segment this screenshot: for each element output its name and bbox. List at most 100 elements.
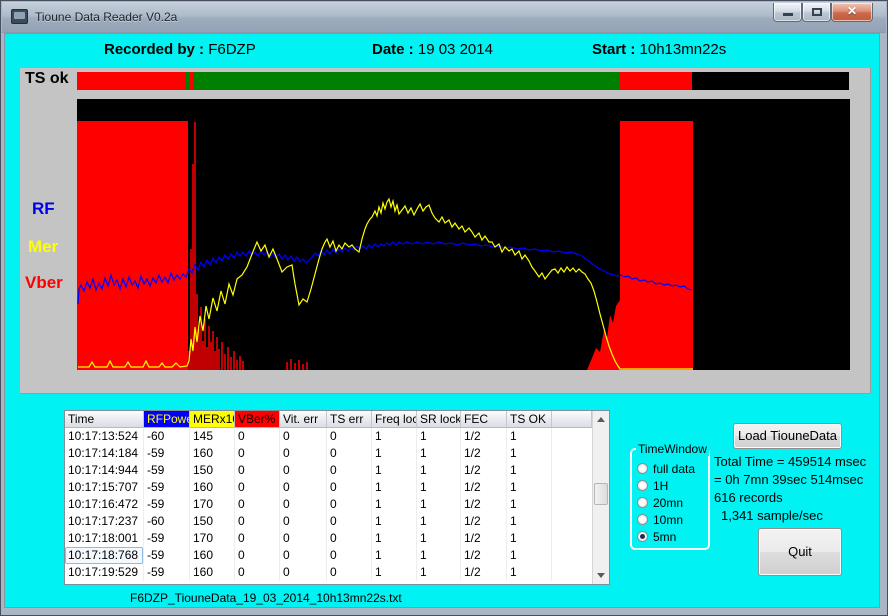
column-header[interactable]: TS err (327, 411, 372, 428)
table-cell[interactable]: 1 (507, 428, 552, 445)
table-cell[interactable]: 1 (507, 564, 552, 581)
table-cell[interactable]: 0 (327, 530, 372, 547)
table-cell[interactable]: 10:17:15:707 (65, 479, 144, 496)
time-window-option[interactable]: 20mn (637, 494, 695, 511)
table-cell[interactable]: 0 (280, 530, 327, 547)
column-header[interactable]: Vit. err (280, 411, 327, 428)
table-cell[interactable]: 0 (235, 513, 280, 530)
time-window-option[interactable]: 5mn (637, 528, 695, 545)
column-header[interactable]: FEC (461, 411, 507, 428)
table-cell[interactable]: 1/2 (461, 564, 507, 581)
radio-selected-icon[interactable] (637, 531, 648, 542)
table-cell[interactable]: 0 (327, 445, 372, 462)
table-cell[interactable]: 1/2 (461, 445, 507, 462)
table-cell[interactable]: 0 (327, 428, 372, 445)
table-cell[interactable]: 1/2 (461, 530, 507, 547)
column-header[interactable]: Freq lock (372, 411, 417, 428)
table-cell[interactable]: -59 (144, 479, 190, 496)
table-cell[interactable]: 0 (280, 428, 327, 445)
table-cell[interactable]: 0 (235, 564, 280, 581)
table-cell[interactable]: 1 (417, 513, 461, 530)
table-cell[interactable]: 160 (190, 564, 235, 581)
table-cell[interactable]: -59 (144, 564, 190, 581)
column-header[interactable]: SR lock (417, 411, 461, 428)
scroll-up-button[interactable] (593, 411, 609, 428)
table-cell[interactable]: 0 (280, 547, 327, 564)
radio-icon[interactable] (637, 480, 648, 491)
table-cell[interactable]: 0 (327, 496, 372, 513)
table-row[interactable]: 10:17:15:707-59160000111/21 (65, 479, 592, 496)
table-cell[interactable]: 10:17:14:944 (65, 462, 144, 479)
table-cell[interactable]: 1/2 (461, 496, 507, 513)
close-button[interactable]: ✕ (831, 3, 873, 22)
table-cell[interactable]: 150 (190, 513, 235, 530)
time-window-option[interactable]: 10mn (637, 511, 695, 528)
table-cell[interactable]: -59 (144, 547, 190, 564)
table-cell[interactable]: 10:17:18:001 (65, 530, 144, 547)
table-cell[interactable]: 145 (190, 428, 235, 445)
table-cell[interactable]: 10:17:14:184 (65, 445, 144, 462)
table-cell[interactable]: 1 (507, 462, 552, 479)
table-cell[interactable]: -60 (144, 513, 190, 530)
quit-button[interactable]: Quit (758, 528, 842, 576)
table-cell[interactable]: 1 (507, 445, 552, 462)
table-cell[interactable]: 1 (507, 530, 552, 547)
table-cell[interactable]: 160 (190, 445, 235, 462)
table-cell[interactable]: 1 (507, 479, 552, 496)
table-cell[interactable]: 1 (417, 462, 461, 479)
table-cell[interactable]: 0 (280, 462, 327, 479)
table-cell[interactable]: 170 (190, 496, 235, 513)
table-cell[interactable]: -59 (144, 462, 190, 479)
table-cell[interactable]: 1 (507, 513, 552, 530)
table-row[interactable]: 10:17:18:768-59160000111/21 (65, 547, 592, 564)
table-row[interactable]: 10:17:14:184-59160000111/21 (65, 445, 592, 462)
column-header[interactable]: VBer% (235, 411, 280, 428)
table-cell[interactable]: 10:17:19:529 (65, 564, 144, 581)
radio-icon[interactable] (637, 514, 648, 525)
table-cell[interactable]: -59 (144, 530, 190, 547)
table-cell[interactable]: 160 (190, 547, 235, 564)
table-cell[interactable]: 1 (417, 530, 461, 547)
table-cell[interactable]: 1 (372, 428, 417, 445)
table-cell[interactable]: 0 (280, 479, 327, 496)
table-cell[interactable]: 1 (507, 547, 552, 564)
table-cell[interactable]: 0 (327, 564, 372, 581)
table-cell[interactable]: 1 (417, 428, 461, 445)
table-row[interactable]: 10:17:13:524-60145000111/21 (65, 428, 592, 445)
table-cell[interactable]: 0 (280, 564, 327, 581)
radio-icon[interactable] (637, 497, 648, 508)
table-cell[interactable]: 1 (372, 496, 417, 513)
table-cell[interactable]: 10:17:13:524 (65, 428, 144, 445)
table-cell[interactable]: 0 (280, 496, 327, 513)
table-cell[interactable]: 0 (280, 513, 327, 530)
maximize-button[interactable] (802, 3, 831, 22)
table-cell[interactable]: 150 (190, 462, 235, 479)
table-row[interactable]: 10:17:14:944-59150000111/21 (65, 462, 592, 479)
table-cell[interactable]: 1 (417, 445, 461, 462)
table-cell[interactable]: 1 (417, 547, 461, 564)
vertical-scrollbar[interactable] (592, 411, 609, 584)
table-cell[interactable]: 1 (372, 530, 417, 547)
table-cell[interactable]: 1/2 (461, 428, 507, 445)
table-cell[interactable]: 10:17:16:472 (65, 496, 144, 513)
table-cell[interactable]: 1 (417, 479, 461, 496)
table-cell[interactable]: 1 (372, 479, 417, 496)
table-cell[interactable]: 0 (327, 513, 372, 530)
table-cell[interactable]: 1/2 (461, 462, 507, 479)
column-header[interactable]: Time (65, 411, 144, 428)
radio-icon[interactable] (637, 463, 648, 474)
table-cell[interactable]: 0 (235, 428, 280, 445)
table-cell[interactable]: 10:17:17:237 (65, 513, 144, 530)
table-cell[interactable]: 1 (372, 547, 417, 564)
scrollbar-thumb[interactable] (594, 483, 608, 505)
table-cell[interactable]: 0 (235, 479, 280, 496)
table-cell[interactable]: 1 (417, 496, 461, 513)
table-cell[interactable]: 0 (327, 547, 372, 564)
table-row[interactable]: 10:17:17:237-60150000111/21 (65, 513, 592, 530)
table-cell[interactable]: 1/2 (461, 479, 507, 496)
table-cell[interactable]: 1/2 (461, 547, 507, 564)
table-cell[interactable]: 0 (235, 445, 280, 462)
table-cell[interactable]: -59 (144, 445, 190, 462)
minimize-button[interactable] (773, 3, 802, 22)
table-cell[interactable]: -60 (144, 428, 190, 445)
